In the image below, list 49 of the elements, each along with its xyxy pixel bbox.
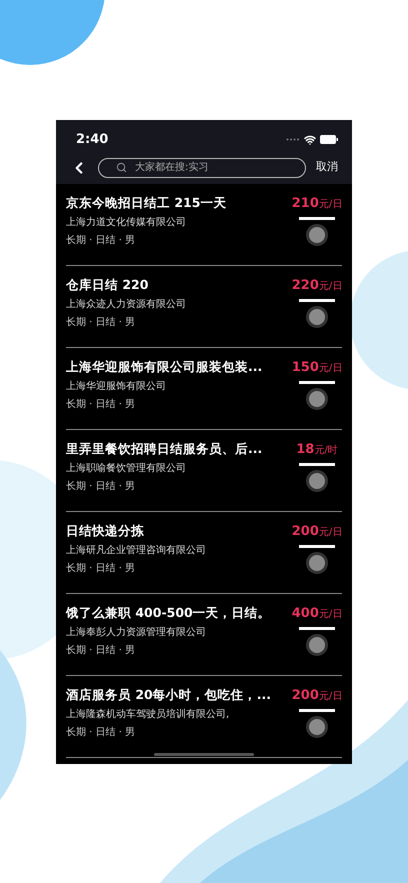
job-tags: 长期 · 日结 · 男 [66,643,271,658]
highlight-bar [299,299,335,302]
salary-unit: 元/日 [318,362,342,376]
company-name: 上海隆森机动车驾驶员培训有限公司, [66,708,230,722]
highlight-bar [299,545,335,548]
salary-amount: 210 [292,194,319,212]
wifi-icon [304,134,316,146]
job-title[interactable]: 日结快递分拣 [66,522,206,540]
status-time: 2:40 [76,131,108,149]
company-name: 上海研凡企业管理咨询有限公司 [66,544,206,558]
job-tags: 长期 · 日结 · 男 [66,479,262,494]
company-name: 上海华迎服饰有限公司 [66,380,167,394]
company-name: 上海众迹人力资源有限公司 [66,298,186,312]
salary-amount: 400 [292,604,319,622]
search-field[interactable]: 大家都在搜:实习 [98,158,306,178]
job-title[interactable]: 里弄里餐饮招聘日结服务员、后... [66,440,262,458]
battery-icon [320,135,338,144]
highlight-bar [299,627,335,630]
job-title[interactable]: 饿了么兼职 400-500一天，日结。 [66,604,271,622]
company-name: 上海职喻餐饮管理有限公司 [66,462,187,476]
highlight-bar [299,709,335,712]
highlight-bar [299,217,335,220]
job-tags: 长期 · 日结 · 男 [66,315,186,330]
job-tags: 长期 · 日结 · 男 [66,561,206,576]
salary-amount: 18 [296,440,314,458]
cancel-button[interactable]: 取消 [316,159,338,176]
company-name: 上海奉彭人力资源管理有限公司 [66,626,207,640]
salary-unit: 元/时 [314,444,338,458]
highlight-bar [299,463,335,466]
salary-amount: 220 [292,276,319,294]
salary-unit: 元/日 [318,198,342,212]
salary-unit: 元/日 [318,608,342,622]
job-title[interactable]: 酒店服务员 20每小时，包吃住，... [66,686,271,704]
job-tags: 长期 · 日结 · 男 [66,233,226,248]
job-title[interactable]: 上海华迎服饰有限公司服装包装... [66,358,262,376]
salary-unit: 元/日 [318,280,342,294]
salary-amount: 200 [292,522,319,540]
salary-amount: 200 [292,686,319,704]
salary-unit: 元/日 [318,526,342,540]
company-name: 上海力道文化传媒有限公司 [66,216,187,230]
salary-amount: 150 [292,358,319,376]
search-icon [116,162,127,173]
job-title[interactable]: 京东今晚招日结工 215一天 [66,194,226,212]
salary-unit: 元/日 [318,690,342,704]
job-tags: 长期 · 日结 · 男 [66,397,262,412]
job-title[interactable]: 仓库日结 220 [66,276,186,294]
highlight-bar [299,381,335,384]
job-tags: 长期 · 日结 · 男 [66,725,271,740]
signal-icon [286,138,300,142]
